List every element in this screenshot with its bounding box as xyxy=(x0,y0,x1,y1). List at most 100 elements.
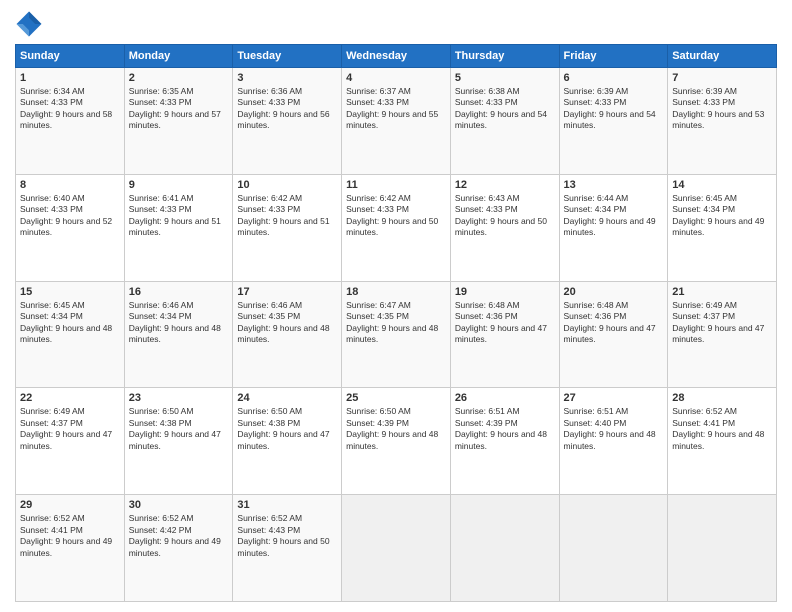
day-info: Sunrise: 6:50 AMSunset: 4:38 PMDaylight:… xyxy=(129,406,229,452)
day-number: 4 xyxy=(346,72,446,84)
day-info: Sunrise: 6:46 AMSunset: 4:34 PMDaylight:… xyxy=(129,300,229,346)
day-info: Sunrise: 6:41 AMSunset: 4:33 PMDaylight:… xyxy=(129,193,229,239)
weekday-header-cell: Saturday xyxy=(668,45,777,68)
weekday-header-cell: Wednesday xyxy=(342,45,451,68)
weekday-header-cell: Tuesday xyxy=(233,45,342,68)
calendar-day-cell: 10 Sunrise: 6:42 AMSunset: 4:33 PMDayligh… xyxy=(233,174,342,281)
calendar-day-cell xyxy=(342,495,451,602)
day-info: Sunrise: 6:44 AMSunset: 4:34 PMDaylight:… xyxy=(564,193,664,239)
day-info: Sunrise: 6:50 AMSunset: 4:39 PMDaylight:… xyxy=(346,406,446,452)
day-info: Sunrise: 6:49 AMSunset: 4:37 PMDaylight:… xyxy=(672,300,772,346)
weekday-header-cell: Friday xyxy=(559,45,668,68)
calendar-table: SundayMondayTuesdayWednesdayThursdayFrid… xyxy=(15,44,777,602)
calendar-day-cell: 3 Sunrise: 6:36 AMSunset: 4:33 PMDaylight… xyxy=(233,68,342,175)
calendar-day-cell: 5 Sunrise: 6:38 AMSunset: 4:33 PMDaylight… xyxy=(450,68,559,175)
day-number: 19 xyxy=(455,286,555,298)
day-number: 17 xyxy=(237,286,337,298)
calendar-day-cell: 4 Sunrise: 6:37 AMSunset: 4:33 PMDaylight… xyxy=(342,68,451,175)
day-info: Sunrise: 6:52 AMSunset: 4:43 PMDaylight:… xyxy=(237,513,337,559)
day-number: 31 xyxy=(237,499,337,511)
calendar-day-cell: 31 Sunrise: 6:52 AMSunset: 4:43 PMDayligh… xyxy=(233,495,342,602)
calendar-day-cell: 25 Sunrise: 6:50 AMSunset: 4:39 PMDayligh… xyxy=(342,388,451,495)
day-info: Sunrise: 6:37 AMSunset: 4:33 PMDaylight:… xyxy=(346,86,446,132)
calendar-day-cell: 24 Sunrise: 6:50 AMSunset: 4:38 PMDayligh… xyxy=(233,388,342,495)
day-number: 30 xyxy=(129,499,229,511)
day-info: Sunrise: 6:52 AMSunset: 4:41 PMDaylight:… xyxy=(672,406,772,452)
calendar-day-cell: 21 Sunrise: 6:49 AMSunset: 4:37 PMDayligh… xyxy=(668,281,777,388)
calendar-day-cell: 11 Sunrise: 6:42 AMSunset: 4:33 PMDayligh… xyxy=(342,174,451,281)
calendar-day-cell xyxy=(559,495,668,602)
calendar-day-cell xyxy=(668,495,777,602)
day-number: 14 xyxy=(672,179,772,191)
calendar-day-cell: 18 Sunrise: 6:47 AMSunset: 4:35 PMDayligh… xyxy=(342,281,451,388)
day-number: 5 xyxy=(455,72,555,84)
day-info: Sunrise: 6:48 AMSunset: 4:36 PMDaylight:… xyxy=(564,300,664,346)
weekday-header-cell: Sunday xyxy=(16,45,125,68)
day-number: 26 xyxy=(455,392,555,404)
day-info: Sunrise: 6:35 AMSunset: 4:33 PMDaylight:… xyxy=(129,86,229,132)
day-info: Sunrise: 6:51 AMSunset: 4:40 PMDaylight:… xyxy=(564,406,664,452)
weekday-header-cell: Thursday xyxy=(450,45,559,68)
day-info: Sunrise: 6:40 AMSunset: 4:33 PMDaylight:… xyxy=(20,193,120,239)
day-info: Sunrise: 6:39 AMSunset: 4:33 PMDaylight:… xyxy=(672,86,772,132)
day-number: 16 xyxy=(129,286,229,298)
day-number: 21 xyxy=(672,286,772,298)
day-info: Sunrise: 6:42 AMSunset: 4:33 PMDaylight:… xyxy=(237,193,337,239)
calendar-day-cell: 22 Sunrise: 6:49 AMSunset: 4:37 PMDayligh… xyxy=(16,388,125,495)
day-info: Sunrise: 6:50 AMSunset: 4:38 PMDaylight:… xyxy=(237,406,337,452)
calendar-day-cell: 20 Sunrise: 6:48 AMSunset: 4:36 PMDayligh… xyxy=(559,281,668,388)
day-info: Sunrise: 6:43 AMSunset: 4:33 PMDaylight:… xyxy=(455,193,555,239)
day-info: Sunrise: 6:49 AMSunset: 4:37 PMDaylight:… xyxy=(20,406,120,452)
weekday-header-row: SundayMondayTuesdayWednesdayThursdayFrid… xyxy=(16,45,777,68)
day-number: 20 xyxy=(564,286,664,298)
weekday-header-cell: Monday xyxy=(124,45,233,68)
calendar-day-cell: 8 Sunrise: 6:40 AMSunset: 4:33 PMDaylight… xyxy=(16,174,125,281)
calendar-day-cell: 2 Sunrise: 6:35 AMSunset: 4:33 PMDaylight… xyxy=(124,68,233,175)
day-number: 12 xyxy=(455,179,555,191)
day-number: 1 xyxy=(20,72,120,84)
day-info: Sunrise: 6:34 AMSunset: 4:33 PMDaylight:… xyxy=(20,86,120,132)
calendar-day-cell: 29Sunrise: 6:52 AMSunset: 4:41 PMDayligh… xyxy=(16,495,125,602)
day-number: 13 xyxy=(564,179,664,191)
day-number: 28 xyxy=(672,392,772,404)
day-info: Sunrise: 6:47 AMSunset: 4:35 PMDaylight:… xyxy=(346,300,446,346)
day-info: Sunrise: 6:52 AMSunset: 4:41 PMDaylight:… xyxy=(20,513,120,559)
calendar-week-row: 1 Sunrise: 6:34 AMSunset: 4:33 PMDaylight… xyxy=(16,68,777,175)
day-info: Sunrise: 6:48 AMSunset: 4:36 PMDaylight:… xyxy=(455,300,555,346)
calendar-week-row: 8 Sunrise: 6:40 AMSunset: 4:33 PMDaylight… xyxy=(16,174,777,281)
calendar-day-cell: 6Sunrise: 6:39 AMSunset: 4:33 PMDaylight… xyxy=(559,68,668,175)
day-number: 7 xyxy=(672,72,772,84)
calendar-week-row: 29Sunrise: 6:52 AMSunset: 4:41 PMDayligh… xyxy=(16,495,777,602)
day-info: Sunrise: 6:46 AMSunset: 4:35 PMDaylight:… xyxy=(237,300,337,346)
calendar-body: 1 Sunrise: 6:34 AMSunset: 4:33 PMDaylight… xyxy=(16,68,777,602)
calendar-day-cell: 15Sunrise: 6:45 AMSunset: 4:34 PMDayligh… xyxy=(16,281,125,388)
day-number: 22 xyxy=(20,392,120,404)
calendar-day-cell: 7 Sunrise: 6:39 AMSunset: 4:33 PMDaylight… xyxy=(668,68,777,175)
day-number: 23 xyxy=(129,392,229,404)
calendar-day-cell: 14 Sunrise: 6:45 AMSunset: 4:34 PMDayligh… xyxy=(668,174,777,281)
logo xyxy=(15,10,47,38)
day-number: 11 xyxy=(346,179,446,191)
day-info: Sunrise: 6:45 AMSunset: 4:34 PMDaylight:… xyxy=(672,193,772,239)
calendar-day-cell: 13 Sunrise: 6:44 AMSunset: 4:34 PMDayligh… xyxy=(559,174,668,281)
day-info: Sunrise: 6:51 AMSunset: 4:39 PMDaylight:… xyxy=(455,406,555,452)
day-info: Sunrise: 6:38 AMSunset: 4:33 PMDaylight:… xyxy=(455,86,555,132)
day-number: 27 xyxy=(564,392,664,404)
day-info: Sunrise: 6:36 AMSunset: 4:33 PMDaylight:… xyxy=(237,86,337,132)
calendar-day-cell: 26 Sunrise: 6:51 AMSunset: 4:39 PMDayligh… xyxy=(450,388,559,495)
day-number: 10 xyxy=(237,179,337,191)
calendar-day-cell: 1 Sunrise: 6:34 AMSunset: 4:33 PMDaylight… xyxy=(16,68,125,175)
calendar-day-cell xyxy=(450,495,559,602)
day-number: 8 xyxy=(20,179,120,191)
day-number: 3 xyxy=(237,72,337,84)
day-info: Sunrise: 6:42 AMSunset: 4:33 PMDaylight:… xyxy=(346,193,446,239)
day-number: 24 xyxy=(237,392,337,404)
calendar-week-row: 22 Sunrise: 6:49 AMSunset: 4:37 PMDayligh… xyxy=(16,388,777,495)
header xyxy=(15,10,777,38)
day-number: 2 xyxy=(129,72,229,84)
calendar-day-cell: 19 Sunrise: 6:48 AMSunset: 4:36 PMDayligh… xyxy=(450,281,559,388)
calendar-day-cell: 23 Sunrise: 6:50 AMSunset: 4:38 PMDayligh… xyxy=(124,388,233,495)
day-number: 25 xyxy=(346,392,446,404)
calendar-day-cell: 28 Sunrise: 6:52 AMSunset: 4:41 PMDayligh… xyxy=(668,388,777,495)
day-number: 18 xyxy=(346,286,446,298)
